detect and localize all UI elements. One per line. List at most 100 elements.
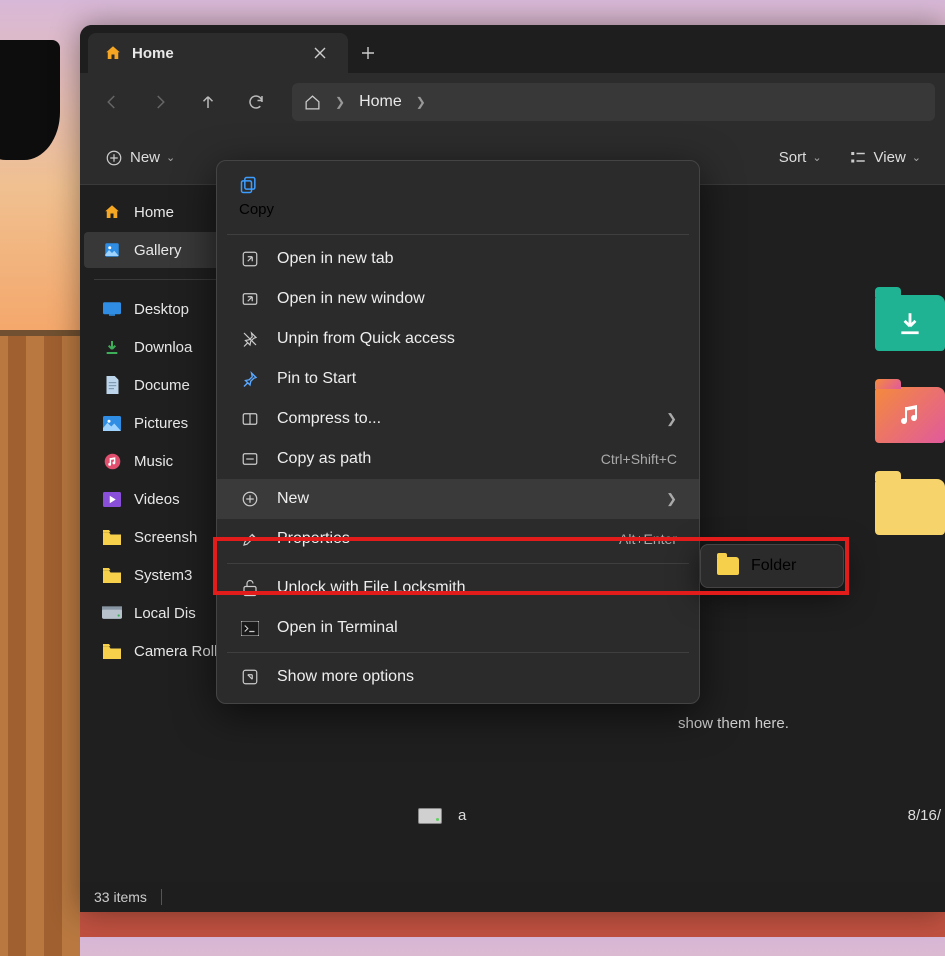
sort-button-label: Sort — [779, 149, 807, 166]
sidebar-item-label: Desktop — [134, 301, 189, 318]
folder-generic-large[interactable] — [875, 479, 945, 535]
new-submenu: Folder — [700, 544, 844, 588]
tab-strip: Home — [80, 25, 945, 73]
drive-icon — [418, 808, 442, 824]
menu-unpin-quick-access[interactable]: Unpin from Quick access — [217, 319, 699, 359]
menu-show-more-options[interactable]: Show more options — [217, 657, 699, 697]
download-icon — [102, 337, 122, 357]
menu-item-label: Copy as path — [277, 450, 585, 468]
folder-icon — [102, 527, 122, 547]
unpin-icon — [239, 330, 261, 348]
folder-downloads-large[interactable] — [875, 295, 945, 351]
menu-item-label: Unlock with File Locksmith — [277, 579, 677, 597]
menu-shortcut: Alt+Enter — [619, 531, 677, 547]
sidebar-item-label: Docume — [134, 377, 190, 394]
menu-item-label: Open in new window — [277, 290, 677, 308]
menu-item-label: Open in new tab — [277, 250, 677, 268]
pictures-icon — [102, 413, 122, 433]
sidebar-item-label: Screensh — [134, 529, 197, 546]
sidebar-item-label: Gallery — [134, 242, 182, 259]
file-date: 8/16/ — [908, 807, 941, 824]
folder-music-large[interactable] — [875, 387, 945, 443]
folder-icon — [717, 557, 739, 575]
copy-path-icon — [239, 450, 261, 468]
menu-copy-as-path[interactable]: Copy as path Ctrl+Shift+C — [217, 439, 699, 479]
menu-separator — [227, 234, 689, 235]
up-button[interactable] — [186, 82, 230, 122]
new-tab-button[interactable] — [348, 33, 388, 73]
sidebar-item-label: Local Dis — [134, 605, 196, 622]
menu-unlock-locksmith[interactable]: Unlock with File Locksmith — [217, 568, 699, 608]
context-menu-toolbar: Copy — [217, 167, 699, 230]
menu-open-terminal[interactable]: Open in Terminal — [217, 608, 699, 648]
status-bar: 33 items — [80, 882, 945, 912]
menu-properties[interactable]: Properties Alt+Enter — [217, 519, 699, 559]
recent-files-hint: show them here. — [678, 715, 789, 732]
tab-title: Home — [132, 45, 296, 62]
tab-home[interactable]: Home — [88, 33, 348, 73]
sidebar-item-label: Downloa — [134, 339, 192, 356]
drive-icon — [102, 603, 122, 623]
menu-item-label: New — [277, 490, 650, 508]
back-button[interactable] — [90, 82, 134, 122]
videos-icon — [102, 489, 122, 509]
new-tab-icon — [239, 250, 261, 268]
item-count: 33 items — [94, 889, 147, 905]
file-detail-row[interactable]: a 8/16/ — [418, 807, 945, 824]
more-options-icon — [239, 668, 261, 686]
menu-separator — [227, 563, 689, 564]
menu-item-label: Unpin from Quick access — [277, 330, 677, 348]
forward-button[interactable] — [138, 82, 182, 122]
chevron-down-icon: ⌄ — [912, 151, 921, 164]
music-icon — [102, 451, 122, 471]
quick-access-folders — [875, 295, 945, 535]
status-divider — [161, 889, 162, 905]
menu-open-new-window[interactable]: Open in new window — [217, 279, 699, 319]
menu-new[interactable]: New❯ — [217, 479, 699, 519]
folder-icon — [102, 641, 122, 661]
pin-icon — [239, 370, 261, 388]
plus-circle-icon — [239, 490, 261, 508]
breadcrumb-home-icon — [304, 94, 321, 111]
menu-shortcut: Ctrl+Shift+C — [601, 451, 677, 467]
context-menu: Copy Open in new tab Open in new window … — [216, 160, 700, 704]
lock-icon — [239, 579, 261, 597]
address-bar[interactable]: ❯ Home ❯ — [292, 83, 935, 121]
copy-icon[interactable] — [239, 175, 259, 195]
view-button[interactable]: View ⌄ — [838, 142, 931, 174]
menu-item-label: Show more options — [277, 668, 677, 686]
compress-icon — [239, 410, 261, 428]
home-icon — [104, 44, 122, 62]
gallery-icon — [102, 240, 122, 260]
sidebar-item-label: System3 — [134, 567, 192, 584]
copy-label: Copy — [239, 201, 274, 218]
folder-icon — [102, 565, 122, 585]
menu-item-label: Properties — [277, 530, 603, 548]
sort-button[interactable]: Sort ⌄ — [769, 143, 832, 172]
menu-compress-to[interactable]: Compress to... ❯ — [217, 399, 699, 439]
close-tab-button[interactable] — [306, 39, 334, 67]
sidebar-item-label: Home — [134, 204, 174, 221]
file-name: a — [458, 807, 466, 824]
breadcrumb-label: Home — [359, 93, 402, 111]
submenu-folder[interactable]: Folder — [705, 549, 839, 583]
terminal-icon — [239, 621, 261, 636]
documents-icon — [102, 375, 122, 395]
sidebar-item-label: Pictures — [134, 415, 188, 432]
chevron-right-icon: ❯ — [666, 411, 677, 427]
menu-open-new-tab[interactable]: Open in new tab — [217, 239, 699, 279]
chevron-right-icon[interactable]: ❯ — [416, 95, 426, 109]
menu-pin-to-start[interactable]: Pin to Start — [217, 359, 699, 399]
menu-separator — [227, 652, 689, 653]
view-icon — [848, 148, 868, 168]
menu-item-label: Compress to... — [277, 410, 650, 428]
home-icon — [102, 202, 122, 222]
sidebar-item-label: Music — [134, 453, 173, 470]
sidebar-item-label: Videos — [134, 491, 180, 508]
submenu-item-label: Folder — [751, 557, 796, 575]
new-button[interactable]: New ⌄ — [94, 142, 185, 174]
properties-icon — [239, 530, 261, 548]
navigation-bar: ❯ Home ❯ — [80, 73, 945, 131]
chevron-down-icon: ⌄ — [166, 151, 175, 164]
refresh-button[interactable] — [234, 82, 278, 122]
